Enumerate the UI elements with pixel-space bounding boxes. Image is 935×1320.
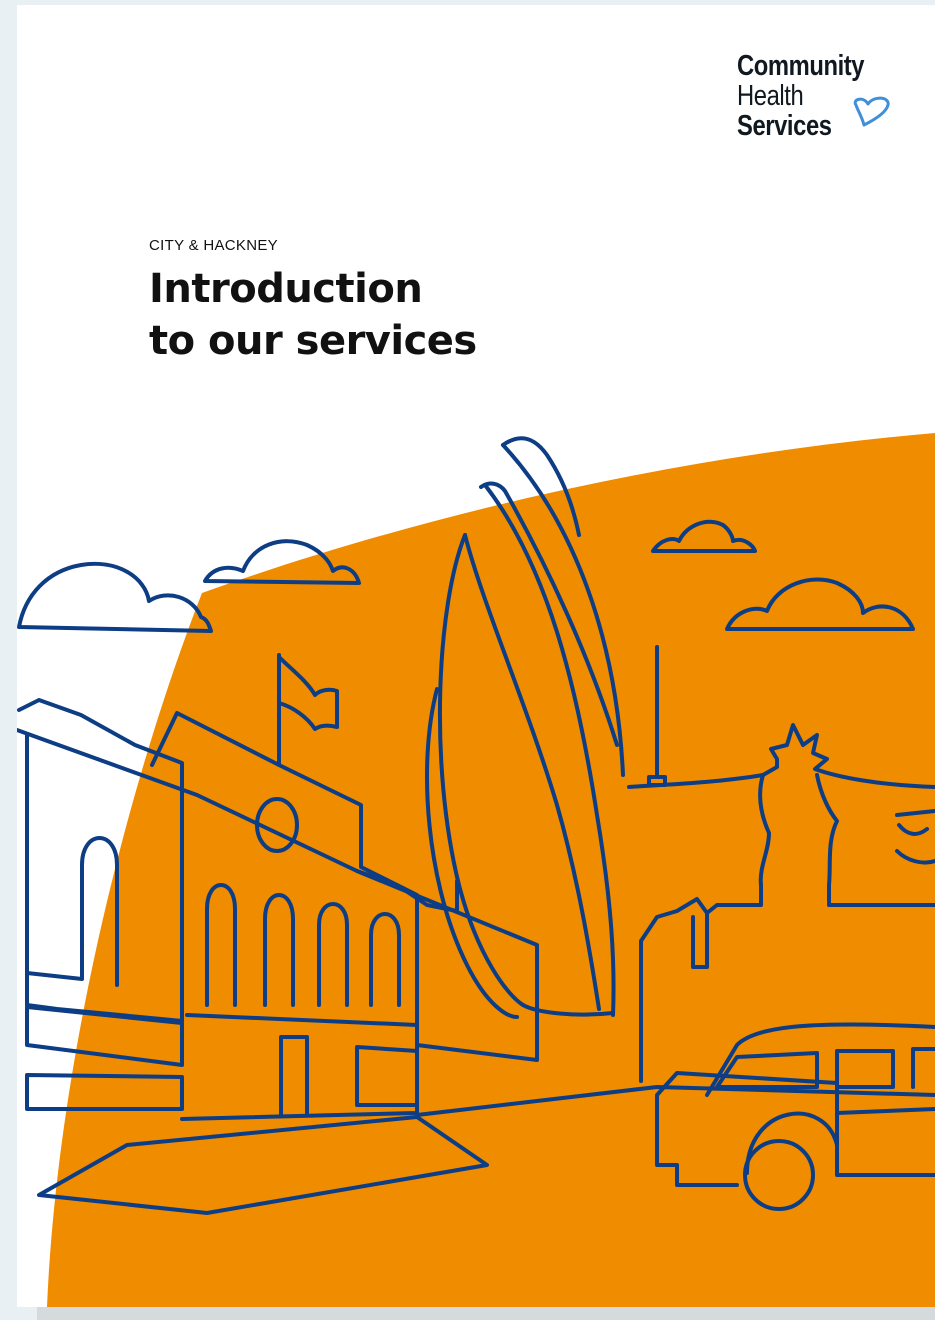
- london-skyline-illustration: [17, 433, 935, 1307]
- document-page: Community Health Services CITY & HACKNEY…: [17, 5, 935, 1307]
- cloud-left: [17, 561, 213, 633]
- page-shadow: [37, 1307, 935, 1320]
